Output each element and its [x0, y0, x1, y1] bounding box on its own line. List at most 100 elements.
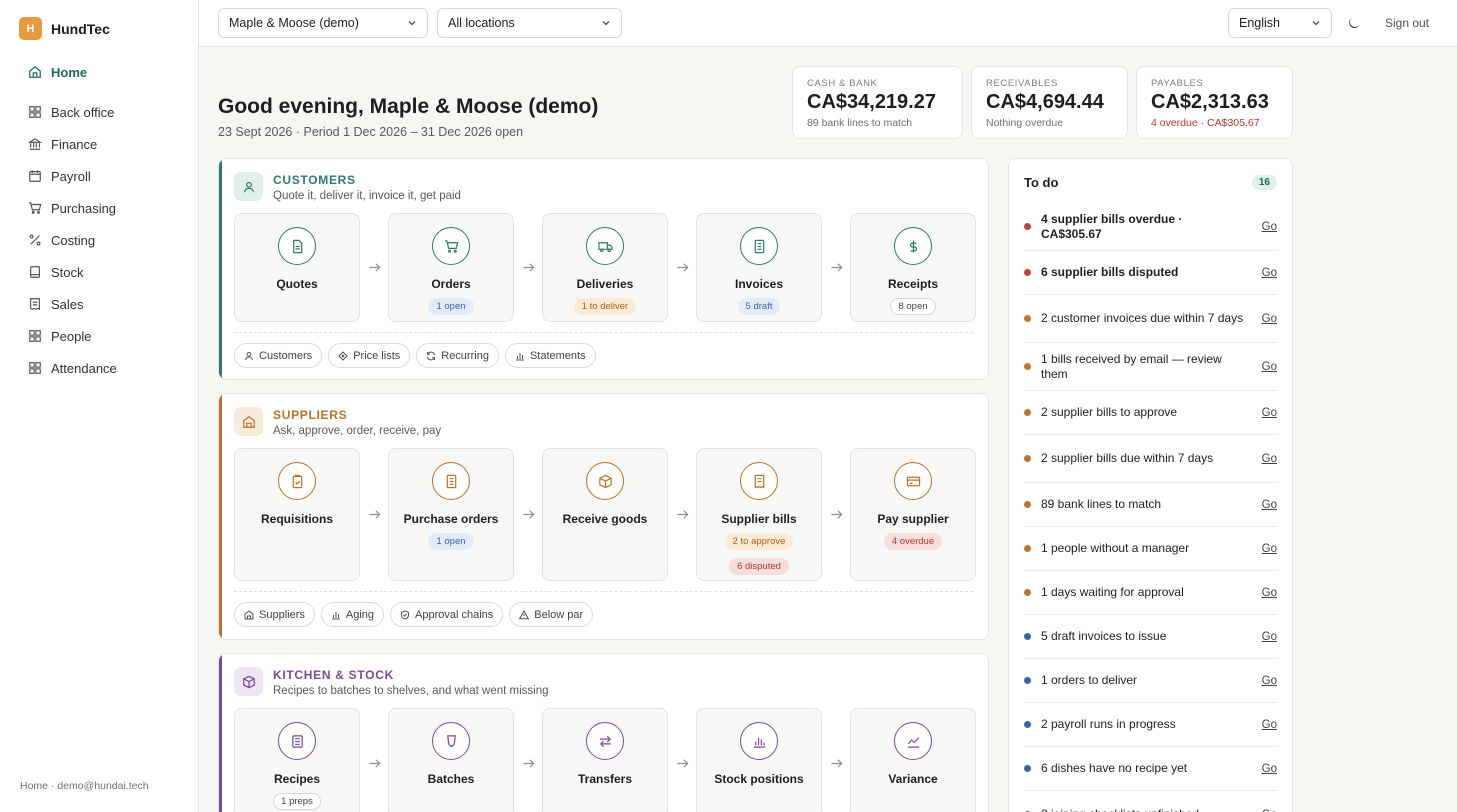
- todo-item-text: 1 orders to deliver: [1041, 673, 1138, 687]
- chip-label: Aging: [345, 608, 374, 621]
- package-icon: [586, 462, 624, 500]
- stat-card-receivables[interactable]: RECEIVABLES CA$4,694.44 Nothing overdue: [971, 66, 1128, 139]
- todo-item[interactable]: 1 orders to deliver Go: [1024, 659, 1277, 703]
- chip-price-lists[interactable]: Price lists: [328, 343, 411, 368]
- chip-aging[interactable]: Aging: [320, 602, 384, 627]
- go-link[interactable]: Go: [1254, 631, 1277, 643]
- go-link[interactable]: Go: [1254, 453, 1277, 465]
- chip-label: Customers: [259, 349, 313, 362]
- section-subtitle: Recipes to batches to shelves, and what …: [273, 685, 549, 697]
- go-link[interactable]: Go: [1254, 267, 1277, 279]
- arrow-right-icon: [514, 757, 542, 770]
- chip-below-par[interactable]: Below par: [509, 602, 594, 627]
- todo-item[interactable]: 1 bills received by email — review them G…: [1024, 343, 1277, 391]
- location-select-value: All locations: [448, 16, 515, 30]
- go-link[interactable]: Go: [1254, 675, 1277, 687]
- sidebar-item-home[interactable]: Home: [10, 56, 188, 88]
- language-select[interactable]: English: [1228, 8, 1332, 38]
- todo-item[interactable]: 1 days waiting for approval Go: [1024, 571, 1277, 615]
- todo-item[interactable]: 2 supplier bills to approve Go: [1024, 391, 1277, 435]
- go-link[interactable]: Go: [1254, 809, 1277, 812]
- step-receive-goods[interactable]: Receive goods: [542, 448, 668, 581]
- stat-card-cash-bank[interactable]: CASH & BANK CA$34,219.27 89 bank lines t…: [792, 66, 963, 139]
- step-label: Stock positions: [714, 772, 804, 786]
- step-pay-supplier[interactable]: Pay supplier 4 overdue: [850, 448, 976, 581]
- step-purchase-orders[interactable]: Purchase orders 1 open: [388, 448, 514, 581]
- step-transfers[interactable]: Transfers: [542, 708, 668, 812]
- todo-item[interactable]: 2 payroll runs in progress Go: [1024, 703, 1277, 747]
- stat-note: Nothing overdue: [986, 117, 1064, 129]
- go-link[interactable]: Go: [1254, 361, 1277, 373]
- step-variance[interactable]: Variance: [850, 708, 976, 812]
- todo-item[interactable]: 89 bank lines to match Go: [1024, 483, 1277, 527]
- step-label: Receipts: [887, 277, 939, 291]
- todo-item[interactable]: 2 customer invoices due within 7 days Go: [1024, 295, 1277, 343]
- section-title: KITCHEN & STOCK: [273, 668, 394, 682]
- todo-item[interactable]: 4 supplier bills overdue · CA$305.67 Go: [1024, 203, 1277, 251]
- go-link[interactable]: Go: [1254, 763, 1277, 775]
- chip-customers[interactable]: Customers: [234, 343, 323, 368]
- sidebar-item-people[interactable]: People: [10, 320, 188, 352]
- step-recipes[interactable]: Recipes 1 preps: [234, 708, 360, 812]
- bill-icon: [740, 462, 778, 500]
- go-link[interactable]: Go: [1254, 543, 1277, 555]
- status-badge: 1 to deliver: [573, 298, 637, 315]
- todo-item[interactable]: 6 dishes have no recipe yet Go: [1024, 747, 1277, 791]
- todo-item-text: 89 bank lines to match: [1041, 497, 1162, 511]
- go-link[interactable]: Go: [1254, 313, 1277, 325]
- document-icon: [278, 227, 316, 265]
- chip-approval-chains[interactable]: Approval chains: [390, 602, 504, 627]
- chip-recurring[interactable]: Recurring: [416, 343, 499, 368]
- trend-icon: [894, 722, 932, 760]
- chip-suppliers[interactable]: Suppliers: [234, 602, 315, 627]
- sidebar-item-purchasing[interactable]: Purchasing: [10, 192, 188, 224]
- sidebar-item-stock[interactable]: Stock: [10, 256, 188, 288]
- step-label: Transfers: [577, 772, 633, 786]
- sidebar-item-attendance[interactable]: Attendance: [10, 352, 188, 384]
- step-deliveries[interactable]: Deliveries 1 to deliver: [542, 213, 668, 322]
- company-select[interactable]: Maple & Moose (demo): [218, 8, 428, 38]
- sidebar-item-back-office[interactable]: Back office: [10, 96, 188, 128]
- todo-item-text: 1 bills received by email — review them: [1041, 351, 1222, 381]
- todo-item[interactable]: 2 supplier bills due within 7 days Go: [1024, 435, 1277, 483]
- go-link[interactable]: Go: [1254, 587, 1277, 599]
- sidebar-item-payroll[interactable]: Payroll: [10, 160, 188, 192]
- step-quotes[interactable]: Quotes: [234, 213, 360, 322]
- brand[interactable]: H HundTec: [19, 17, 110, 40]
- status-dot: [1024, 721, 1031, 728]
- go-link[interactable]: Go: [1254, 719, 1277, 731]
- step-supplier-bills[interactable]: Supplier bills 2 to approve 6 disputed: [696, 448, 822, 581]
- todo-item[interactable]: 2 joining checklists unfinished Go: [1024, 791, 1277, 812]
- step-stock-positions[interactable]: Stock positions: [696, 708, 822, 812]
- sidebar-item-finance[interactable]: Finance: [10, 128, 188, 160]
- go-link[interactable]: Go: [1254, 407, 1277, 419]
- todo-item-text: 2 payroll runs in progress: [1041, 717, 1176, 731]
- user-icon: [234, 172, 263, 201]
- go-link[interactable]: Go: [1254, 221, 1277, 233]
- customers-section: CUSTOMERS Quote it, deliver it, invoice …: [218, 158, 989, 380]
- sidebar-item-costing[interactable]: Costing: [10, 224, 188, 256]
- chip-statements[interactable]: Statements: [504, 343, 596, 368]
- sign-out-link[interactable]: Sign out: [1385, 16, 1429, 30]
- todo-count-badge: 16: [1251, 175, 1277, 190]
- chevron-down-icon: [1312, 21, 1320, 26]
- todo-item[interactable]: 1 people without a manager Go: [1024, 527, 1277, 571]
- step-receipts[interactable]: Receipts 8 open: [850, 213, 976, 322]
- location-select[interactable]: All locations: [437, 8, 622, 38]
- sidebar-item-sales[interactable]: Sales: [10, 288, 188, 320]
- step-orders[interactable]: Orders 1 open: [388, 213, 514, 322]
- stat-card-payables[interactable]: PAYABLES CA$2,313.63 4 overdue · CA$305.…: [1136, 66, 1293, 139]
- arrow-right-icon: [668, 508, 696, 521]
- moon-icon[interactable]: [1346, 15, 1362, 31]
- dollar-icon: [894, 227, 932, 265]
- sidebar-item-label: Sales: [51, 296, 84, 312]
- step-invoices[interactable]: Invoices 5 draft: [696, 213, 822, 322]
- section-title: SUPPLIERS: [273, 408, 348, 422]
- go-link[interactable]: Go: [1254, 499, 1277, 511]
- step-requisitions[interactable]: Requisitions: [234, 448, 360, 581]
- sidebar-item-label: Finance: [51, 136, 98, 152]
- todo-item[interactable]: 6 supplier bills disputed Go: [1024, 251, 1277, 295]
- step-batches[interactable]: Batches: [388, 708, 514, 812]
- todo-item[interactable]: 5 draft invoices to issue Go: [1024, 615, 1277, 659]
- todo-item-text: 6 dishes have no recipe yet: [1041, 761, 1188, 775]
